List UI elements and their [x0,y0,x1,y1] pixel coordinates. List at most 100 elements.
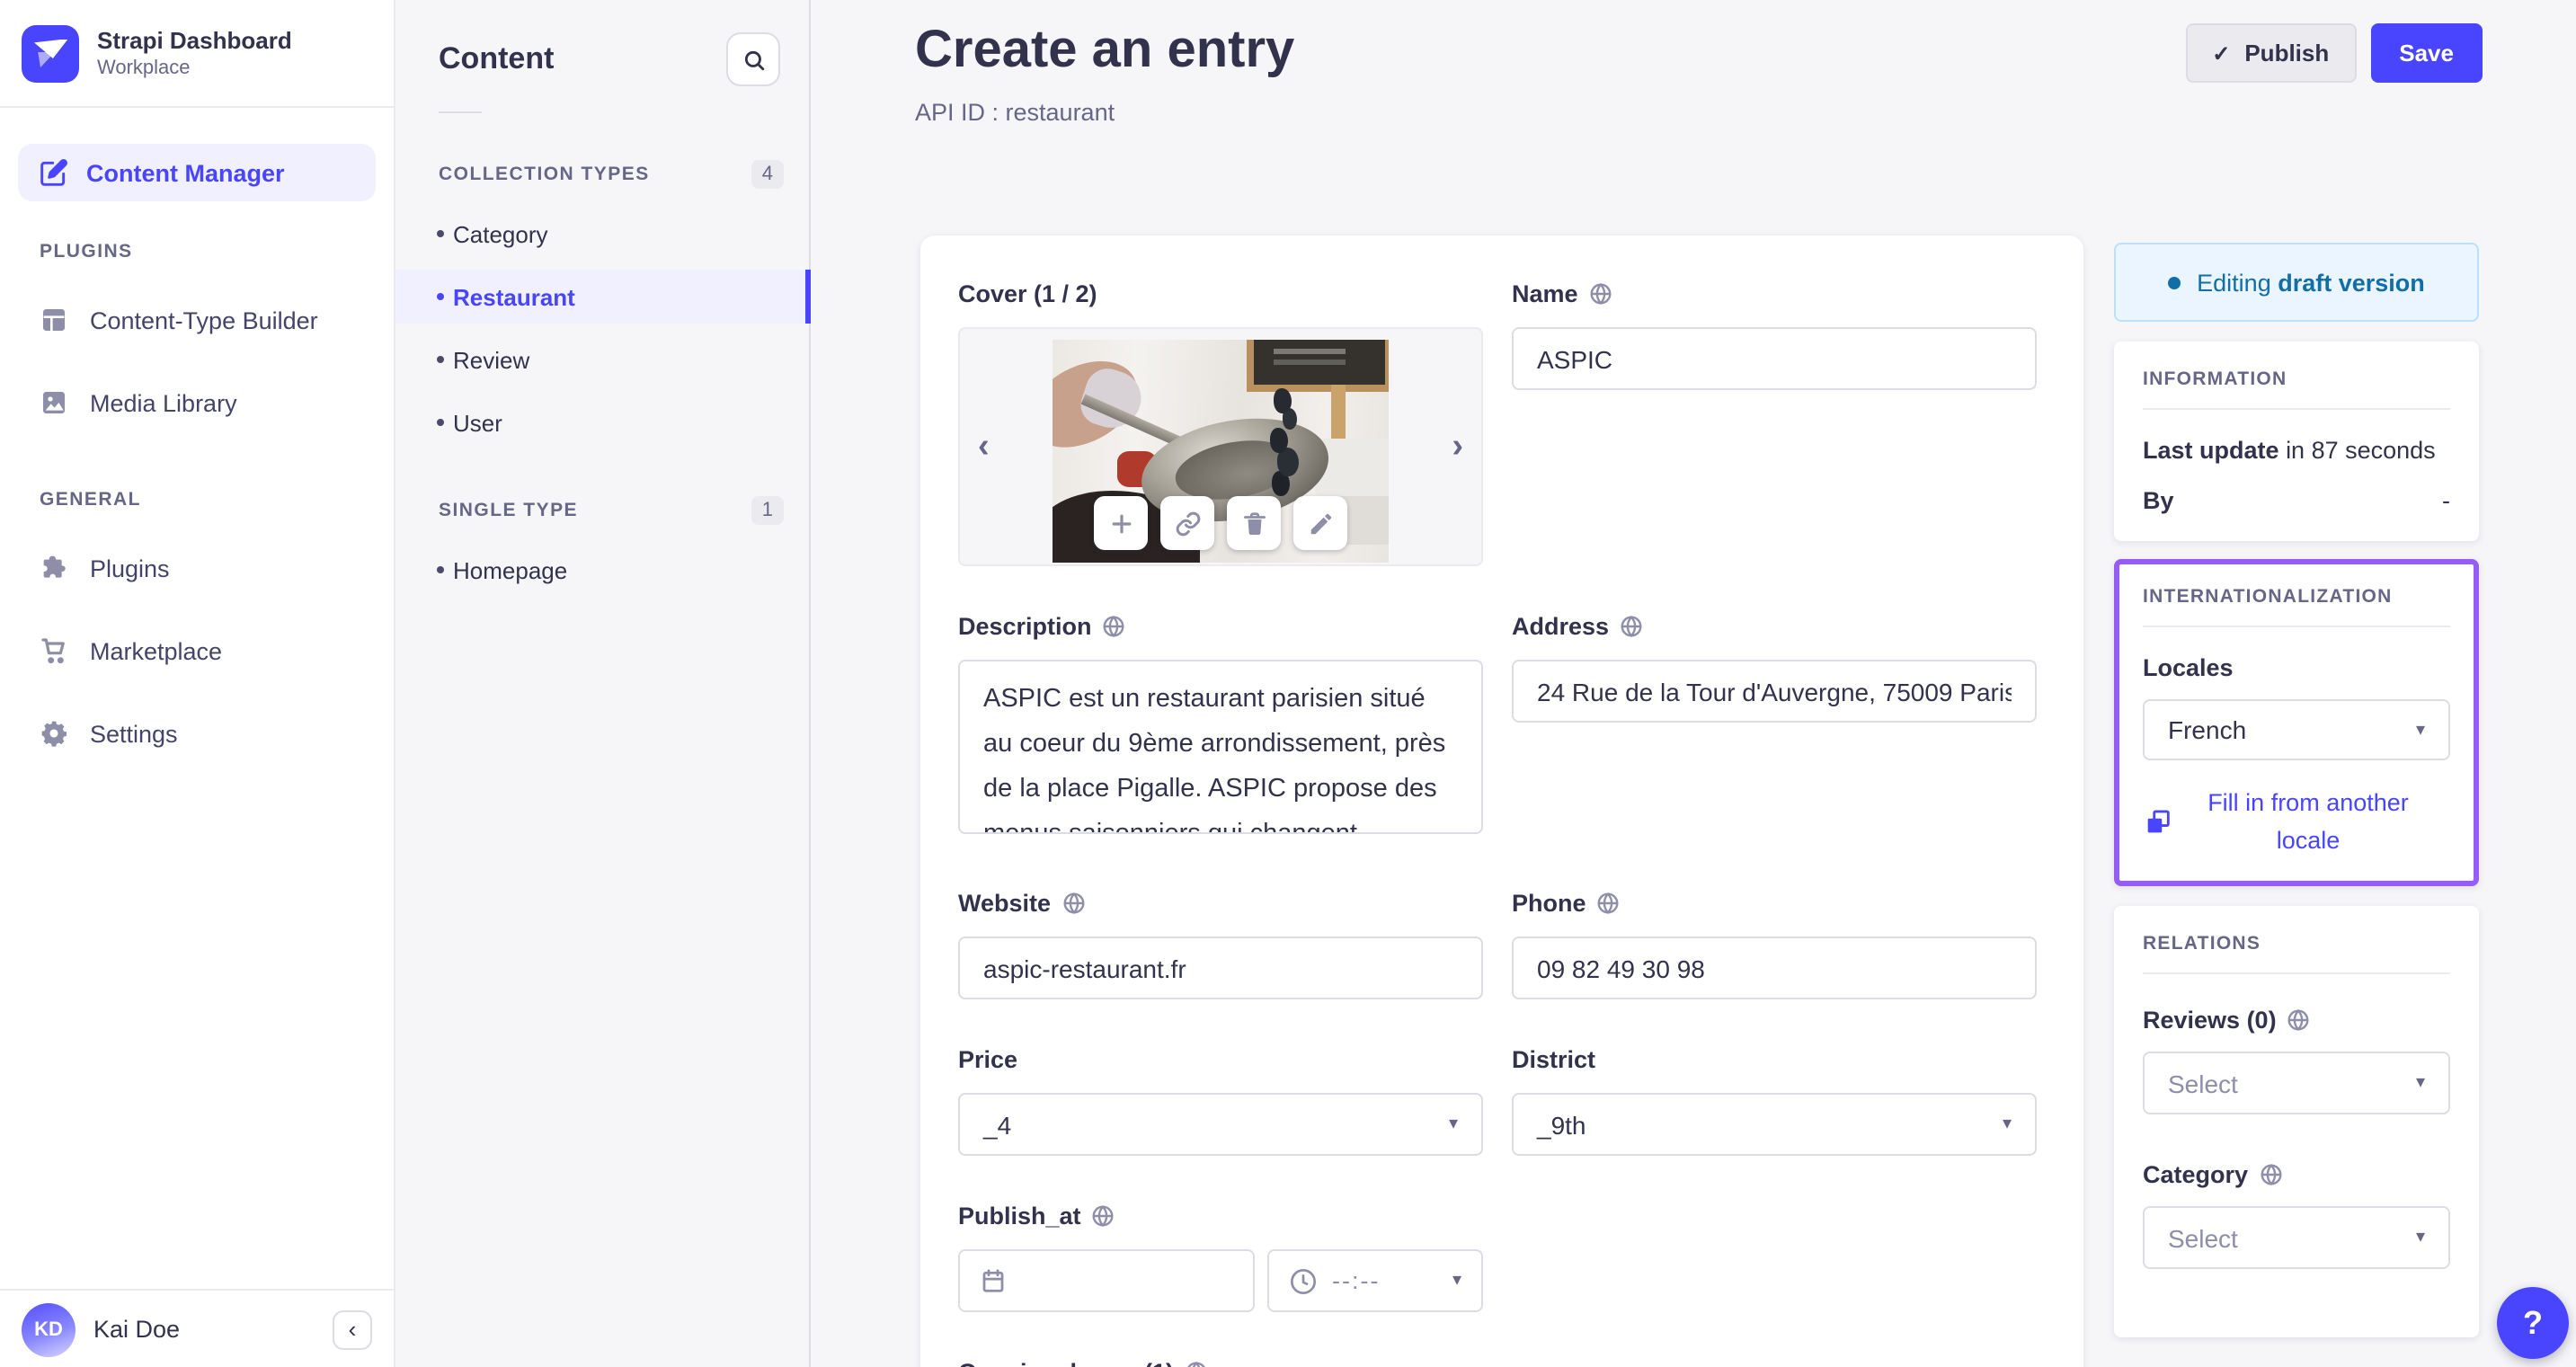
name-field[interactable] [1512,327,2037,390]
chevron-down-icon: ▾ [2415,1228,2425,1247]
entry-meta-panel: Editing draft version INFORMATION Last u… [2114,243,2479,1337]
subnav-item-restaurant[interactable]: Restaurant [395,270,811,324]
description-label: Description [958,613,1483,640]
description-field[interactable]: ASPIC est un restaurant parisien situé a… [958,660,1483,834]
locale-select[interactable]: French ▾ [2143,699,2450,760]
information-title: INFORMATION [2143,368,2287,390]
main-sidebar: Strapi Dashboard Workplace Content Manag… [0,0,395,1367]
add-asset-button[interactable] [1094,496,1148,550]
price-field-wrap: Price _4 ▾ [958,1046,1483,1156]
photo-blackboard [1247,340,1389,393]
field-label-text: Name [1512,280,1578,307]
workspace-brand[interactable]: Strapi Dashboard Workplace [0,0,394,108]
sidebar-item-plugins[interactable]: Plugins [0,536,394,600]
address-field[interactable] [1512,660,2037,723]
sidebar-item-content-type-builder[interactable]: Content-Type Builder [0,288,394,352]
subnav-item-category[interactable]: Category [395,207,809,261]
app-title: Strapi Dashboard [97,27,292,54]
plus-icon [1107,510,1134,537]
user-name: Kai Doe [93,1316,181,1343]
pencil-icon [1307,510,1334,537]
district-value: _9th [1537,1110,1586,1139]
globe-icon [1092,1204,1115,1228]
help-button[interactable]: ? [2497,1287,2569,1359]
entry-form-card: Cover (1 / 2) ‹ › Name ASPIC Description… [920,235,2083,1367]
internationalization-title: INTERNATIONALIZATION [2143,586,2393,608]
chevron-right-icon[interactable]: › [1444,423,1470,470]
category-select[interactable]: Select ▾ [2143,1206,2450,1269]
collapse-sidebar-button[interactable]: ‹ [333,1309,372,1349]
search-button[interactable] [726,32,780,86]
name-label: Name [1512,280,2037,307]
price-value: _4 [983,1110,1012,1139]
divider [2143,972,2450,974]
status-dot-icon [2168,276,2181,288]
website-field[interactable] [958,936,1483,999]
divider [439,111,482,113]
save-button[interactable]: Save [2370,23,2483,83]
price-select[interactable]: _4 ▾ [958,1093,1483,1156]
reviews-label: Reviews (0) [2143,1007,2450,1034]
strapi-app: Strapi Dashboard Workplace Content Manag… [0,0,2576,1367]
sidebar-item-media-library[interactable]: Media Library [0,370,394,435]
copy-icon [2143,806,2173,837]
avatar[interactable]: KD [22,1302,76,1356]
sidebar-section-general: GENERAL [40,489,141,510]
sidebar-item-label: Marketplace [90,637,223,664]
phone-label: Phone [1512,890,2037,917]
edit-asset-button[interactable] [1293,496,1347,550]
puzzle-icon [40,554,68,582]
cover-carousel: ‹ › [958,327,1483,566]
strapi-logo-icon [22,24,79,82]
chevron-left-icon[interactable]: ‹ [971,423,997,470]
opening-hours-label: Opening_hours (1) [958,1359,1483,1367]
workspace-name: Workplace [97,58,191,79]
sidebar-item-settings[interactable]: Settings [0,701,394,766]
photo-detail [1274,388,1292,414]
select-placeholder: Select [2168,1223,2238,1252]
delete-asset-button[interactable] [1227,496,1281,550]
sidebar-footer: KD Kai Doe ‹ [0,1289,394,1367]
publish-label: Publish [2244,40,2330,67]
locales-label: Locales [2143,654,2234,681]
globe-icon [1620,615,1643,638]
publish-date-input[interactable] [958,1249,1255,1312]
sidebar-item-content-manager[interactable]: Content Manager [18,144,376,201]
field-label-text: Description [958,613,1092,640]
reviews-select[interactable]: Select ▾ [2143,1052,2450,1114]
subnav-item-homepage[interactable]: Homepage [395,543,809,597]
field-label-text: Website [958,890,1052,917]
fill-from-locale-link[interactable]: Fill in from another locale [2143,784,2450,859]
check-icon: ✓ [2212,40,2231,66]
single-type-list: Homepage [395,543,809,597]
phone-field[interactable] [1512,936,2037,999]
district-field-wrap: District _9th ▾ [1512,1046,2037,1156]
collection-types-list: Category Restaurant Review User [395,207,811,449]
globe-icon [1185,1361,1208,1367]
trash-icon [1240,510,1267,537]
subnav-item-review[interactable]: Review [395,333,809,386]
sidebar-item-marketplace[interactable]: Marketplace [0,618,394,683]
clock-icon [1289,1266,1318,1295]
divider [2143,408,2450,410]
single-type-label: SINGLE TYPE [439,500,579,521]
link-icon [1174,510,1201,537]
field-label-text: Publish_at [958,1203,1081,1229]
globe-icon [1103,615,1126,638]
copy-link-button[interactable] [1160,496,1214,550]
collection-types-label: COLLECTION TYPES [439,164,650,185]
cart-icon [40,636,68,665]
district-select[interactable]: _9th ▾ [1512,1093,2037,1156]
sidebar-item-label: Plugins [90,555,170,581]
publish-button[interactable]: ✓ Publish [2185,23,2357,83]
website-label: Website [958,890,1483,917]
page-title: Create an entry [915,22,1295,79]
fill-from-locale-label: Fill in from another locale [2207,789,2409,854]
last-update-label: Last update [2143,437,2279,464]
globe-icon [2259,1163,2282,1186]
select-placeholder: Select [2168,1069,2238,1097]
subnav-item-user[interactable]: User [395,395,809,449]
search-icon [742,48,765,71]
category-label: Category [2143,1161,2450,1188]
publish-time-input[interactable]: --:-- ▾ [1267,1249,1483,1312]
